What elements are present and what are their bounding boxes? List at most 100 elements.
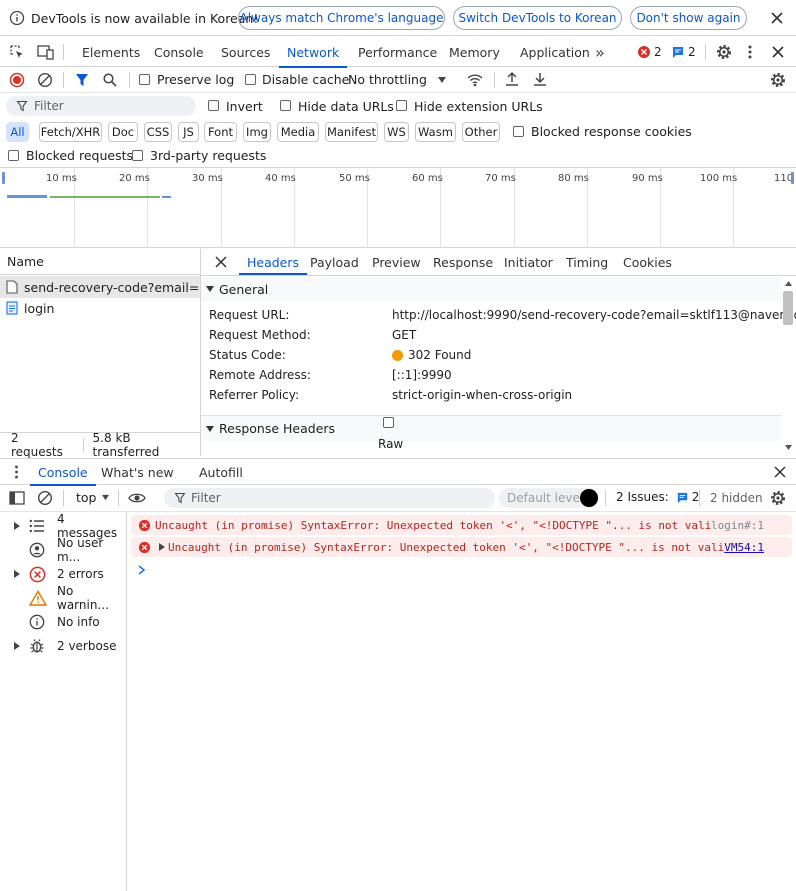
tab-application[interactable]: Application xyxy=(520,37,590,67)
dont-show-again-button[interactable]: Don't show again xyxy=(630,6,747,30)
request-list-header[interactable]: Name xyxy=(0,249,200,275)
blocked-response-cookies-checkbox[interactable] xyxy=(513,126,524,137)
upload-icon[interactable] xyxy=(504,71,520,87)
tab-response[interactable]: Response xyxy=(433,249,493,275)
scroll-down-icon[interactable] xyxy=(785,445,792,450)
tab-console[interactable]: Console xyxy=(154,37,204,67)
tab-network[interactable]: Network xyxy=(278,37,348,68)
filter-input[interactable]: Filter xyxy=(6,96,196,116)
sidebar-item-errors[interactable]: 2 errors xyxy=(0,562,127,586)
drawer-tab-console[interactable]: Console xyxy=(30,459,96,486)
gear-icon[interactable] xyxy=(715,43,733,61)
hide-data-urls-checkbox[interactable] xyxy=(280,100,291,111)
kebab-menu-icon[interactable] xyxy=(747,44,753,60)
chevron-down-icon[interactable] xyxy=(437,76,447,84)
clear-console-icon[interactable] xyxy=(37,490,53,506)
chip-manifest[interactable]: Manifest xyxy=(325,122,378,142)
close-icon[interactable] xyxy=(770,11,784,25)
chip-other[interactable]: Other xyxy=(462,122,500,142)
download-icon[interactable] xyxy=(532,71,548,87)
issue-counter[interactable]: 2 xyxy=(671,45,696,59)
tab-headers[interactable]: Headers xyxy=(238,249,308,275)
sidebar-item-user-messages[interactable]: No user m... xyxy=(0,536,127,564)
drawer-tab-whats-new[interactable]: What's new xyxy=(101,459,174,485)
error-source-link[interactable]: login#:1 xyxy=(711,519,764,532)
scroll-up-icon[interactable] xyxy=(785,281,792,286)
filter-icon[interactable] xyxy=(75,72,89,88)
console-filter-input[interactable]: Filter xyxy=(164,488,495,508)
close-details-icon[interactable] xyxy=(215,256,227,268)
tab-cookies[interactable]: Cookies xyxy=(623,249,672,275)
tab-performance[interactable]: Performance xyxy=(358,37,437,67)
inspect-element-icon[interactable] xyxy=(9,44,25,60)
tab-initiator[interactable]: Initiator xyxy=(504,249,553,275)
chip-css[interactable]: CSS xyxy=(144,122,172,142)
console-error-message[interactable]: Uncaught (in promise) SyntaxError: Unexp… xyxy=(131,515,792,535)
log-levels-dropdown[interactable]: Default levels xyxy=(499,488,599,508)
network-settings-gear-icon[interactable] xyxy=(769,71,787,89)
sidebar-item-warnings[interactable]: No warnin... xyxy=(0,584,127,612)
chip-wasm[interactable]: Wasm xyxy=(415,122,456,142)
hide-extension-urls-checkbox[interactable] xyxy=(396,100,407,111)
console-prompt-icon[interactable] xyxy=(138,565,146,575)
tab-preview[interactable]: Preview xyxy=(372,249,421,275)
drawer-menu-icon[interactable] xyxy=(14,465,19,479)
device-toolbar-icon[interactable] xyxy=(37,44,55,60)
issues-button[interactable]: 2 Issues: 2 xyxy=(616,490,699,504)
more-tabs-button[interactable]: » xyxy=(595,37,605,67)
blocked-requests-checkbox[interactable] xyxy=(8,150,19,161)
details-scrollbar[interactable] xyxy=(782,277,794,455)
raw-checkbox[interactable] xyxy=(383,417,394,428)
network-conditions-icon[interactable] xyxy=(466,71,484,89)
tab-timing[interactable]: Timing xyxy=(566,249,608,275)
header-key: Request URL: xyxy=(209,308,290,322)
timeline-left-handle[interactable] xyxy=(2,172,5,184)
timeline-tick-label: 30 ms xyxy=(192,173,223,184)
eye-icon[interactable] xyxy=(128,490,146,506)
throttling-select[interactable]: No throttling xyxy=(348,72,427,87)
match-language-button[interactable]: Always match Chrome's language xyxy=(238,6,445,30)
general-section-header[interactable]: General xyxy=(201,277,781,301)
tab-sources[interactable]: Sources xyxy=(221,37,270,67)
sidebar-item-messages[interactable]: 4 messages xyxy=(0,512,127,540)
sidebar-toggle-icon[interactable] xyxy=(9,491,25,505)
clear-icon[interactable] xyxy=(37,72,53,88)
tab-memory[interactable]: Memory xyxy=(449,37,500,67)
disable-cache-checkbox[interactable] xyxy=(245,74,256,85)
scrollbar-thumb[interactable] xyxy=(783,291,793,325)
request-row[interactable]: send-recovery-code?email=skt... xyxy=(0,276,200,298)
invert-checkbox[interactable] xyxy=(208,100,219,111)
chip-doc[interactable]: Doc xyxy=(108,122,138,142)
chip-js[interactable]: JS xyxy=(178,122,199,142)
preserve-log-checkbox[interactable] xyxy=(139,74,150,85)
network-overview-timeline[interactable]: 10 ms 20 ms 30 ms 40 ms 50 ms 60 ms 70 m… xyxy=(0,167,796,248)
timeline-tick-label: 70 ms xyxy=(485,173,516,184)
chip-ws[interactable]: WS xyxy=(384,122,409,142)
sidebar-item-verbose[interactable]: 2 verbose xyxy=(0,634,127,658)
name-column-header: Name xyxy=(7,254,44,269)
error-source-link[interactable]: VM54:1 xyxy=(724,541,764,554)
context-selector[interactable]: top xyxy=(76,490,110,505)
request-row[interactable]: login xyxy=(0,298,200,318)
chip-img[interactable]: Img xyxy=(243,122,271,142)
chip-fetch-xhr[interactable]: Fetch/XHR xyxy=(39,122,102,142)
tab-payload[interactable]: Payload xyxy=(310,249,359,275)
switch-language-button[interactable]: Switch DevTools to Korean xyxy=(453,6,622,30)
chip-all[interactable]: All xyxy=(6,122,29,142)
search-icon[interactable] xyxy=(102,72,118,88)
console-error-message[interactable]: Uncaught (in promise) SyntaxError: Unexp… xyxy=(131,537,792,557)
sidebar-item-info[interactable]: No info xyxy=(0,610,127,634)
close-devtools-icon[interactable] xyxy=(771,45,785,59)
chip-media[interactable]: Media xyxy=(277,122,319,142)
error-counter[interactable]: 2 xyxy=(637,45,662,59)
expand-arrow-icon[interactable] xyxy=(159,543,165,551)
third-party-requests-checkbox[interactable] xyxy=(132,150,143,161)
drawer-tab-autofill[interactable]: Autofill xyxy=(199,459,243,485)
chip-font[interactable]: Font xyxy=(204,122,237,142)
close-drawer-icon[interactable] xyxy=(774,466,786,478)
tab-elements[interactable]: Elements xyxy=(82,37,140,67)
console-settings-gear-icon[interactable] xyxy=(769,489,787,507)
record-stop-icon[interactable] xyxy=(9,72,25,88)
timeline-right-handle[interactable] xyxy=(791,172,794,184)
response-headers-section-header[interactable]: Response Headers xyxy=(201,415,781,441)
